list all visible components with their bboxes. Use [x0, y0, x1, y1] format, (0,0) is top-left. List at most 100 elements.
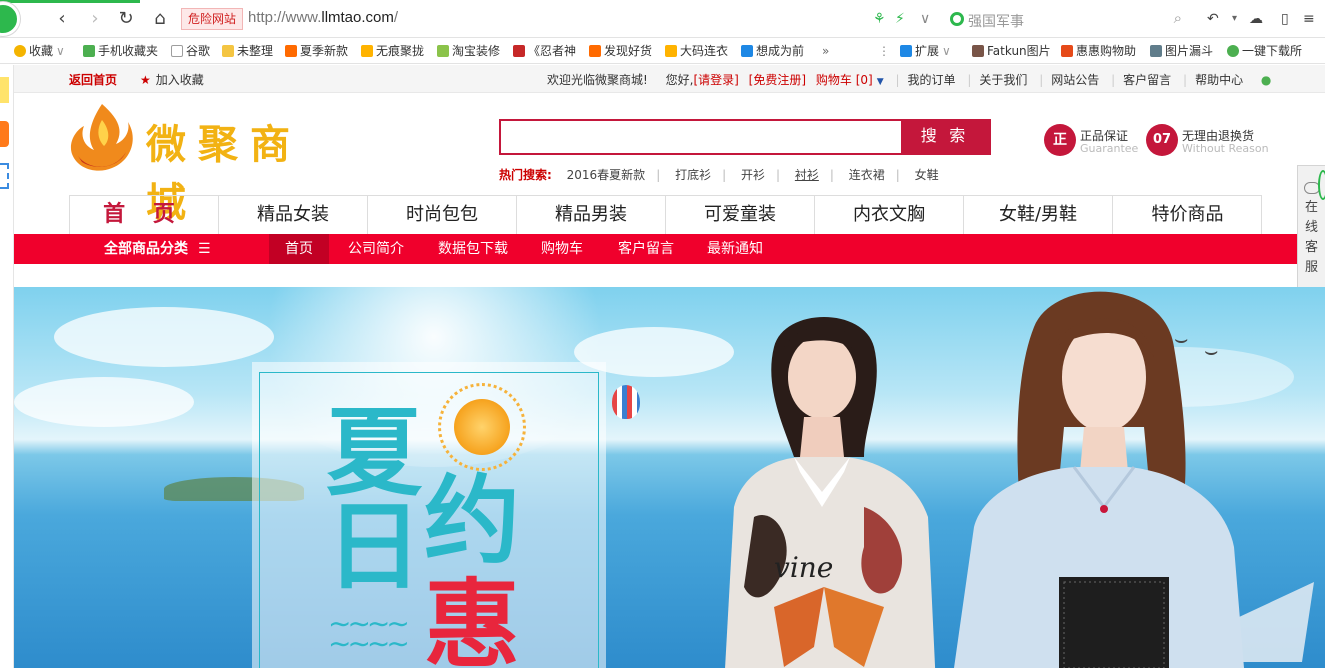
url-domain: llmtao.com [321, 9, 394, 26]
menu-icon[interactable]: ≡ [1303, 8, 1315, 30]
cart-dropdown-icon[interactable]: ▼ [877, 77, 884, 87]
lightning-icon[interactable]: ⚡ [895, 8, 905, 30]
fatkun-icon [972, 45, 984, 57]
extension-item[interactable]: 一键下载所 [1227, 42, 1302, 60]
bookmark-item[interactable]: 未整理 [222, 42, 273, 60]
subnav-messages[interactable]: 客户留言 [602, 234, 690, 264]
wechat-icon[interactable]: ● [1261, 73, 1271, 87]
add-favorite-label: 加入收藏 [155, 73, 204, 87]
weibo-icon[interactable] [0, 121, 9, 147]
sidebar-tab-icon[interactable] [0, 163, 9, 189]
promo-banner[interactable]: 夏 日 约 惠 ∼∼∼∼ ∼∼∼∼ ⌣ ⌣ vine [14, 287, 1325, 668]
nav-womens-clothing[interactable]: 精品女装 [219, 196, 368, 234]
all-categories-button[interactable]: 全部商品分类 ☰ [104, 234, 211, 264]
bookmark-label: 发现好货 [604, 44, 653, 58]
nav-kids-clothing[interactable]: 可爱童装 [666, 196, 815, 234]
bookmark-item[interactable]: 想成为前 [741, 42, 804, 60]
extension-item[interactable]: 惠惠购物助 [1061, 42, 1136, 60]
bookmarks-bar: 收藏 ∨ 手机收藏夹 谷歌 未整理 夏季新款 无痕聚拢 淘宝装修 《忍者神 发现好… [0, 38, 1325, 64]
bookmark-label: 未整理 [237, 44, 274, 58]
search-icon[interactable]: ⌕ [1174, 9, 1182, 27]
back-home-link[interactable]: 返回首页 [69, 71, 117, 88]
grid-icon [900, 45, 912, 57]
browser-address-bar: ‹ › ↻ ⌂ 危险网站 http://www.llmtao.com/ ⚘ ⚡ … [0, 0, 1325, 38]
reload-icon[interactable]: ↻ [115, 8, 137, 30]
my-orders-link[interactable]: 我的订单 [908, 73, 956, 87]
subnav-cart[interactable]: 购物车 [525, 234, 599, 264]
add-favorite-link[interactable]: ★ 加入收藏 [140, 71, 204, 88]
extension-item[interactable]: Fatkun图片 [972, 42, 1051, 60]
extensions-button[interactable]: 扩展 ∨ [900, 42, 951, 60]
site-search-input[interactable] [501, 121, 903, 153]
banner-char: 惠 [424, 569, 520, 668]
danger-site-badge[interactable]: 危险网站 [181, 8, 244, 30]
hot-keyword[interactable]: 连衣裙 [849, 168, 885, 182]
home-icon[interactable]: ⌂ [149, 8, 171, 30]
site-logo[interactable]: 微聚商城 [68, 100, 353, 226]
cart-link[interactable]: 购物车 [0] [816, 73, 873, 87]
bookmark-item[interactable]: 《忍者神 [513, 42, 576, 60]
about-us-link[interactable]: 关于我们 [979, 73, 1027, 87]
subnav-notices[interactable]: 最新通知 [691, 234, 779, 264]
model-photo-left: vine [725, 317, 936, 668]
extension-item[interactable]: 图片漏斗 [1150, 42, 1213, 60]
phone-icon[interactable]: ▯ [1281, 8, 1289, 30]
all-categories-label: 全部商品分类 [104, 241, 188, 257]
customer-message-link[interactable]: 客户留言 [1123, 73, 1171, 87]
security-shield-icon[interactable]: ⚘ [873, 8, 886, 30]
bookmark-label: 扩展 [915, 44, 940, 58]
hot-keyword[interactable]: 女鞋 [915, 168, 939, 182]
nav-shoes[interactable]: 女鞋/男鞋 [964, 196, 1113, 234]
bookmark-site-icon [513, 45, 525, 57]
return-guarantee-badge: 07 无理由退换货 Without Reason [1146, 124, 1276, 158]
site-top-bar: 返回首页 ★ 加入收藏 欢迎光临微聚商城! 您好,[请登录] [免费注册] 购物车… [14, 65, 1325, 93]
cloud-icon[interactable]: ☁ [1249, 8, 1263, 30]
bookmark-item[interactable]: 无痕聚拢 [361, 42, 424, 60]
browser-side-button[interactable] [1318, 170, 1325, 200]
url-field[interactable]: http://www.llmtao.com/ [248, 9, 398, 26]
subnav-company[interactable]: 公司简介 [332, 234, 420, 264]
undo-icon[interactable]: ↶ [1207, 8, 1219, 30]
nav-home[interactable]: 首 页 [70, 196, 219, 234]
bookmark-item[interactable]: 淘宝装修 [437, 42, 500, 60]
subnav-home[interactable]: 首页 [269, 234, 329, 264]
announcement-link[interactable]: 网站公告 [1051, 73, 1099, 87]
help-center-link[interactable]: 帮助中心 [1195, 73, 1243, 87]
chevron-down-icon[interactable]: ∨ [920, 8, 930, 30]
more-bookmarks-button[interactable]: » [822, 42, 829, 60]
bookmark-item[interactable]: 大码连衣 [665, 42, 728, 60]
login-link[interactable]: [请登录] [693, 73, 738, 87]
nav-mens-clothing[interactable]: 精品男装 [517, 196, 666, 234]
bookmark-item[interactable]: 发现好货 [589, 42, 652, 60]
hot-keyword[interactable]: 衬衫 [795, 168, 819, 182]
bookmark-site-icon [589, 45, 601, 57]
browser-search-input[interactable]: 强国军事 ⌕ [944, 5, 1194, 33]
bookmark-item[interactable]: 夏季新款 [285, 42, 348, 60]
bookmark-item[interactable]: 手机收藏夹 [83, 42, 158, 60]
svg-text:vine: vine [774, 551, 833, 584]
more-vertical-icon[interactable]: ⋮ [878, 42, 890, 60]
bookmark-label: 《忍者神 [528, 44, 577, 58]
nav-specials[interactable]: 特价商品 [1113, 196, 1262, 234]
undo-menu-chevron-icon[interactable]: ▾ [1232, 8, 1237, 30]
flame-logo-icon [70, 104, 133, 171]
hot-keyword[interactable]: 2016春夏新款 [567, 168, 646, 182]
search-button[interactable]: 搜 索 [901, 121, 989, 153]
bookmark-item[interactable]: 谷歌 [171, 42, 210, 60]
bookmark-item[interactable]: 收藏 ∨ [14, 42, 65, 60]
hot-air-balloon-icon [612, 385, 640, 419]
nav-lingerie[interactable]: 内衣文胸 [815, 196, 964, 234]
forward-arrow-icon[interactable]: › [84, 8, 106, 30]
bookmark-label: Fatkun图片 [987, 44, 1051, 58]
register-link[interactable]: [免费注册] [749, 73, 806, 87]
hot-keyword[interactable]: 打底衫 [675, 168, 711, 182]
back-arrow-icon[interactable]: ‹ [51, 8, 73, 30]
guarantee-subtitle: Without Reason [1182, 142, 1269, 155]
url-suffix: / [393, 9, 399, 26]
hot-keyword[interactable]: 开衫 [741, 168, 765, 182]
bookmark-label: 大码连衣 [680, 44, 729, 58]
folder-icon [222, 45, 234, 57]
subnav-data-download[interactable]: 数据包下载 [422, 234, 524, 264]
nav-bags[interactable]: 时尚包包 [368, 196, 517, 234]
sidebar-tab-icon[interactable] [0, 77, 9, 103]
